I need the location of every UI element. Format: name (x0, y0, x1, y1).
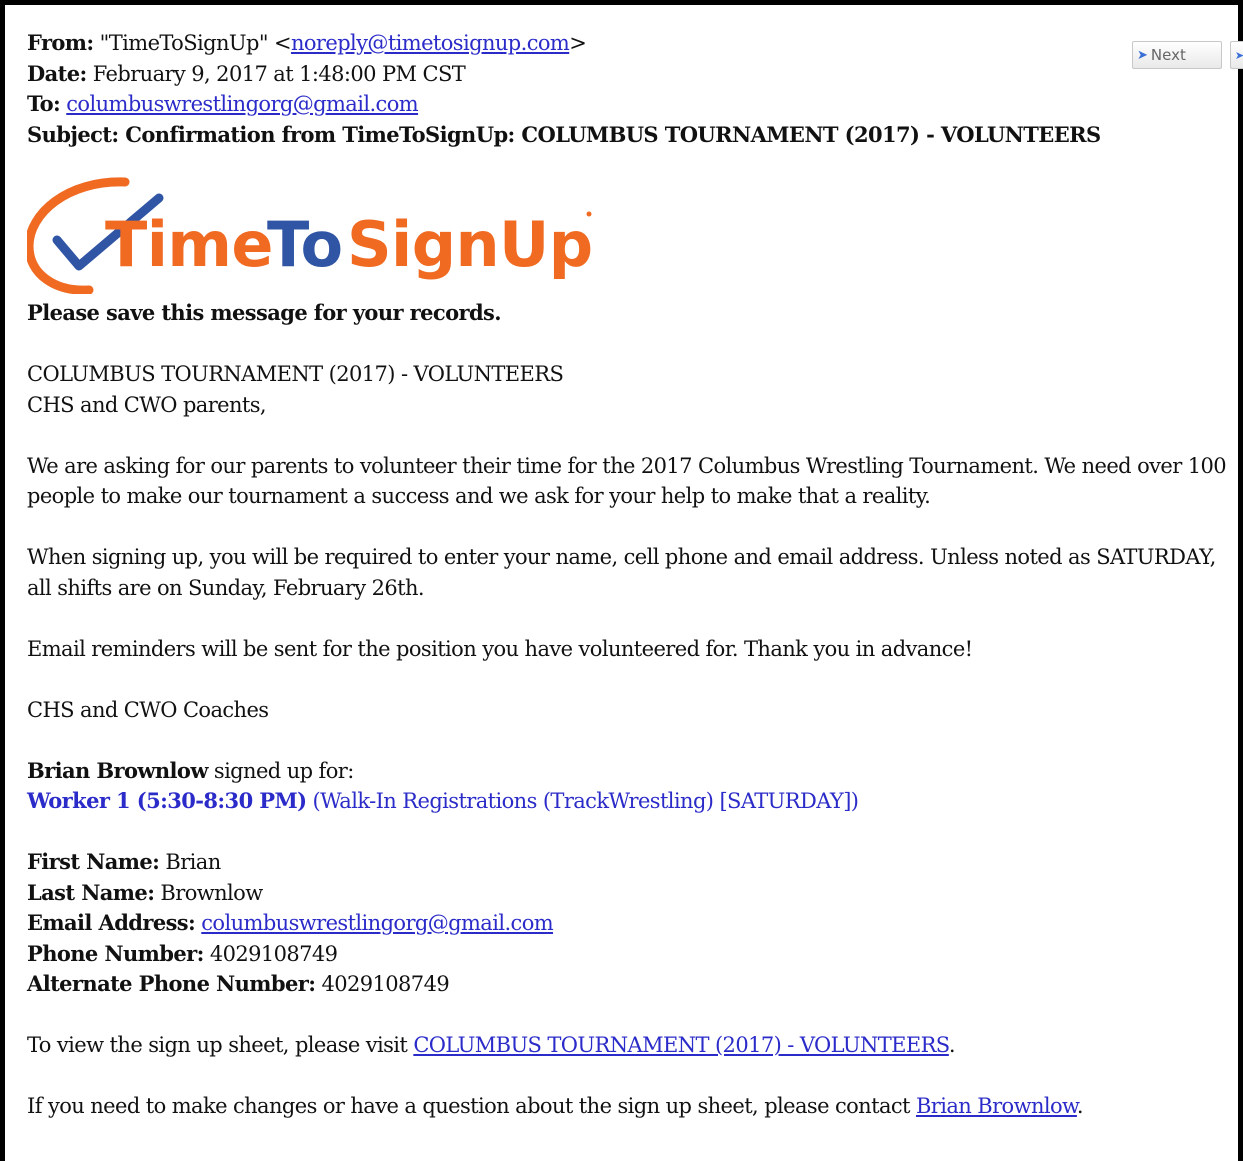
slot-line: Worker 1 (5:30-8:30 PM) (Walk-In Registr… (27, 786, 1227, 817)
subject-label: Subject: (27, 121, 119, 147)
slot-name: Worker 1 (5:30-8:30 PM) (27, 788, 307, 813)
signup-details: First Name: Brian Last Name: Brownlow Em… (27, 847, 1227, 1000)
contact-line: If you need to make changes or have a qu… (27, 1091, 1227, 1122)
phone-label: Phone Number: (27, 940, 204, 966)
view-sheet-text: To view the sign up sheet, please visit (27, 1033, 414, 1057)
to-label: To: (27, 91, 61, 116)
email-row: Email Address: columbuswrestlingorg@gmai… (27, 908, 1227, 939)
signup-text: signed up for: (207, 758, 354, 783)
date-value: February 9, 2017 at 1:48:00 PM CST (92, 61, 466, 86)
signup-summary: Brian Brownlow signed up for: (27, 756, 1227, 787)
timetosignup-logo: Time To SignUp (24, 174, 1227, 295)
toolbar-overflow-button[interactable]: ➤ (1230, 41, 1243, 69)
phone-row: Phone Number: 4029108749 (27, 939, 1227, 970)
paragraph-reminders: Email reminders will be sent for the pos… (27, 636, 973, 661)
from-label: From: (27, 30, 94, 55)
last-name-row: Last Name: Brownlow (27, 878, 1227, 909)
signup-name: Brian Brownlow (27, 757, 208, 783)
alt-phone-row: Alternate Phone Number: 4029108749 (27, 969, 1227, 1000)
logo-text-signup: SignUp (347, 208, 593, 281)
date-line: Date: February 9, 2017 at 1:48:00 PM CST (27, 59, 1227, 90)
arrow-icon: ➤ (1234, 48, 1243, 62)
from-name: "TimeToSignUp" < (99, 31, 292, 55)
logo-text-time: Time (105, 208, 273, 281)
email-header: From: "TimeToSignUp" <noreply@timetosign… (27, 28, 1227, 150)
from-line: From: "TimeToSignUp" <noreply@timetosign… (27, 28, 1227, 59)
contact-link[interactable]: Brian Brownlow (916, 1094, 1078, 1118)
first-name-label: First Name: (27, 849, 160, 874)
from-email-link[interactable]: noreply@timetosignup.com (291, 31, 570, 55)
logo-text-to: To (267, 208, 342, 281)
first-name-value: Brian (159, 850, 221, 874)
contact-end: . (1076, 1094, 1084, 1118)
to-line: To: columbuswrestlingorg@gmail.com (27, 89, 1227, 120)
last-name-value: Brownlow (154, 880, 263, 905)
email-content: From: "TimeToSignUp" <noreply@timetosign… (24, 28, 1227, 1122)
greeting: CHS and CWO parents, (27, 392, 267, 417)
view-sheet-end: . (948, 1033, 956, 1057)
alt-phone-label: Alternate Phone Number: (27, 971, 316, 996)
view-sheet-link[interactable]: COLUMBUS TOURNAMENT (2017) - VOLUNTEERS (413, 1033, 949, 1057)
phone-value: 4029108749 (203, 941, 338, 966)
date-label: Date: (27, 60, 87, 86)
logo-graphic: Time To SignUp (24, 177, 593, 295)
email-value-link[interactable]: columbuswrestlingorg@gmail.com (201, 911, 553, 935)
event-title: COLUMBUS TOURNAMENT (2017) - VOLUNTEERS (27, 362, 564, 386)
subject-value: Confirmation from TimeToSignUp: COLUMBUS… (125, 121, 1101, 147)
last-name-label: Last Name: (27, 879, 155, 905)
save-notice: Please save this message for your record… (27, 300, 502, 325)
alt-phone-value: 4029108749 (315, 972, 450, 996)
paragraph-signup-requirements: When signing up, you will be required to… (27, 545, 1216, 600)
first-name-row: First Name: Brian (27, 847, 1227, 878)
to-email-link[interactable]: columbuswrestlingorg@gmail.com (66, 92, 418, 116)
slot-detail: (Walk-In Registrations (TrackWrestling) … (306, 789, 859, 813)
contact-text: If you need to make changes or have a qu… (27, 1094, 916, 1118)
view-sheet-line: To view the sign up sheet, please visit … (27, 1030, 1227, 1061)
subject-line: Subject: Confirmation from TimeToSignUp:… (27, 120, 1227, 151)
email-label: Email Address: (27, 910, 196, 935)
signoff: CHS and CWO Coaches (27, 697, 269, 722)
paragraph-volunteer-request: We are asking for our parents to volunte… (27, 453, 1227, 509)
from-close: > (569, 31, 587, 55)
